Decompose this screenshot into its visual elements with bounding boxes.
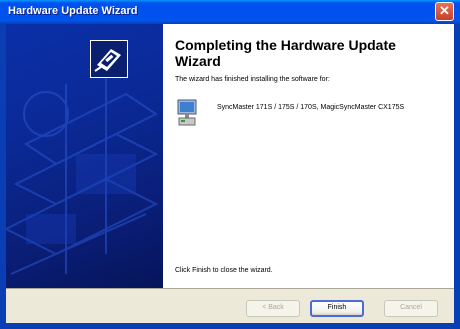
monitor-icon xyxy=(175,98,199,128)
window-border-right xyxy=(454,24,460,329)
window-title: Hardware Update Wizard xyxy=(8,5,138,17)
side-panel-artwork xyxy=(6,64,159,275)
wizard-side-panel xyxy=(6,24,163,288)
wizard-content: Completing the Hardware Update Wizard Th… xyxy=(6,24,454,288)
back-button[interactable]: < Back xyxy=(246,300,300,317)
wizard-heading: Completing the Hardware Update Wizard xyxy=(175,37,396,69)
finish-button[interactable]: Finish xyxy=(310,300,364,317)
hardware-wizard-icon xyxy=(90,40,128,78)
device-name: SyncMaster 171S / 175S / 170S, MagicSync… xyxy=(217,104,405,111)
wizard-intro-text: The wizard has finished installing the s… xyxy=(175,76,330,83)
close-button[interactable]: ✕ xyxy=(435,2,454,21)
hardware-update-wizard-window: Hardware Update Wizard ✕ Completing the … xyxy=(0,0,460,329)
finish-instruction: Click Finish to close the wizard. xyxy=(175,267,273,274)
wizard-main-panel: Completing the Hardware Update Wizard Th… xyxy=(163,24,454,288)
close-icon: ✕ xyxy=(439,3,450,18)
cancel-button[interactable]: Cancel xyxy=(384,300,438,317)
window-border-bottom xyxy=(0,323,460,329)
button-bar: < Back Finish Cancel xyxy=(6,288,454,323)
title-bar[interactable]: Hardware Update Wizard ✕ xyxy=(0,0,460,24)
